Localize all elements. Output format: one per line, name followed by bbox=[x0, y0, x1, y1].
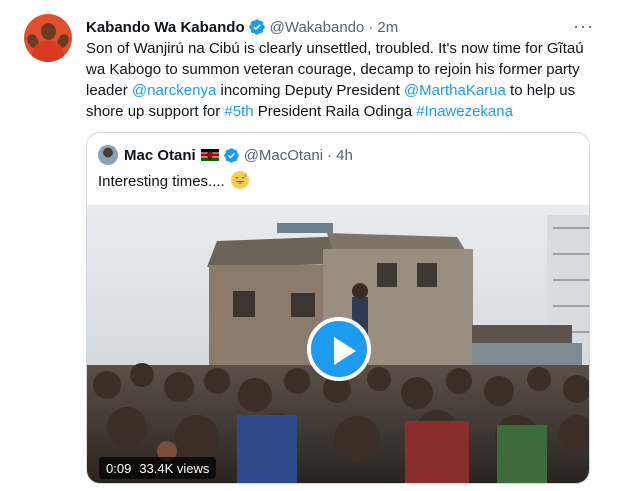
video-views: 33.4K views bbox=[139, 460, 210, 476]
quoted-avatar[interactable] bbox=[98, 145, 118, 165]
quoted-author-name[interactable]: Mac Otani bbox=[124, 147, 196, 164]
separator: · bbox=[327, 146, 333, 164]
grinning-sweat-emoji-icon bbox=[230, 171, 249, 189]
quoted-tweet-text: Interesting times.... bbox=[98, 171, 249, 190]
hashtag-5th[interactable]: #5th bbox=[224, 103, 253, 120]
mention-marthakarua[interactable]: @MarthaKarua bbox=[404, 82, 506, 99]
tweet-text: Son of Wanjirú na Cibú is clearly unsett… bbox=[86, 40, 584, 120]
video-player[interactable]: 0:09 33.4K views bbox=[87, 205, 589, 483]
timestamp[interactable]: 2m bbox=[377, 19, 398, 36]
kenya-flag-icon bbox=[200, 149, 219, 161]
quoted-author-handle[interactable]: @MacOtani bbox=[244, 147, 323, 164]
play-icon bbox=[334, 337, 356, 365]
more-options-icon[interactable]: ··· bbox=[573, 16, 594, 37]
quoted-timestamp[interactable]: 4h bbox=[336, 147, 353, 164]
play-button[interactable] bbox=[307, 317, 371, 381]
separator: · bbox=[368, 18, 374, 36]
quoted-tweet-header: Mac Otani @MacOtani · 4h bbox=[98, 145, 353, 165]
tweet[interactable]: Kabando Wa Kabando @Wakabando · 2m ··· S… bbox=[0, 0, 618, 491]
author-name[interactable]: Kabando Wa Kabando bbox=[86, 19, 245, 36]
quoted-tweet[interactable]: Mac Otani @MacOtani · 4h Interesting tim… bbox=[86, 132, 590, 484]
avatar[interactable] bbox=[24, 14, 72, 62]
video-duration: 0:09 bbox=[106, 460, 132, 476]
verified-badge-icon bbox=[248, 19, 265, 35]
hashtag-inawezekana[interactable]: #Inawezekana bbox=[416, 103, 513, 120]
mention-narckenya[interactable]: @narckenya bbox=[132, 82, 216, 99]
author-handle[interactable]: @Wakabando bbox=[270, 19, 365, 36]
tweet-header: Kabando Wa Kabando @Wakabando · 2m bbox=[86, 16, 398, 38]
video-info-badge: 0:09 33.4K views bbox=[99, 457, 217, 479]
verified-badge-icon bbox=[223, 147, 239, 163]
